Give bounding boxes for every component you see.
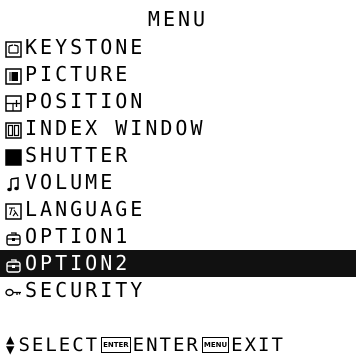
menu-item-label: INDEX WINDOW [25, 116, 206, 140]
menu-list: KEYSTONE PICTURE POSITION INDEX WINDOW S… [0, 34, 356, 304]
exit-hint: EXIT [231, 333, 285, 356]
menu-item-security[interactable]: SECURITY [0, 277, 356, 304]
menu-item-keystone[interactable]: KEYSTONE [0, 34, 356, 61]
menu-item-volume[interactable]: VOLUME [0, 169, 356, 196]
menu-item-position[interactable]: POSITION [0, 88, 356, 115]
menu-item-label: LANGUAGE [25, 197, 146, 221]
menu-item-label: SECURITY [25, 278, 146, 302]
menu-item-picture[interactable]: PICTURE [0, 61, 356, 88]
volume-icon [5, 174, 22, 192]
menu-title: MENU [147, 7, 209, 31]
menu-item-label: OPTION1 [25, 224, 131, 248]
position-icon [5, 93, 22, 112]
option-icon [5, 255, 22, 273]
index-window-icon [5, 120, 22, 139]
menu-item-label: OPTION2 [25, 251, 131, 275]
menu-item-label: VOLUME [25, 170, 116, 194]
enter-hint: ENTER [132, 333, 200, 356]
menu-item-option1[interactable]: OPTION1 [0, 223, 356, 250]
enter-key-icon: ENTER [101, 336, 131, 353]
picture-icon [5, 66, 22, 85]
shutter-icon [5, 147, 22, 166]
language-icon [5, 201, 22, 220]
keystone-icon [5, 39, 22, 58]
menu-item-label: POSITION [25, 89, 146, 113]
key-icon [5, 282, 22, 299]
menu-key-icon: MENU [201, 336, 230, 353]
menu-item-label: SHUTTER [25, 143, 131, 167]
menu-item-label: KEYSTONE [25, 35, 146, 59]
up-down-arrows-icon: ▲ ▼ [6, 331, 15, 358]
osd-menu: MENU KEYSTONE PICTURE POSITION INDEX WIN… [0, 0, 356, 363]
menu-item-shutter[interactable]: SHUTTER [0, 142, 356, 169]
menu-item-label: PICTURE [25, 62, 131, 86]
option-icon [5, 228, 22, 246]
menu-item-language[interactable]: LANGUAGE [0, 196, 356, 223]
footer-hint-bar: ▲ ▼ SELECT ENTER ENTER MENU EXIT [0, 331, 356, 358]
menu-item-index-window[interactable]: INDEX WINDOW [0, 115, 356, 142]
menu-item-option2[interactable]: OPTION2 [0, 250, 356, 277]
select-hint: SELECT [18, 333, 100, 356]
